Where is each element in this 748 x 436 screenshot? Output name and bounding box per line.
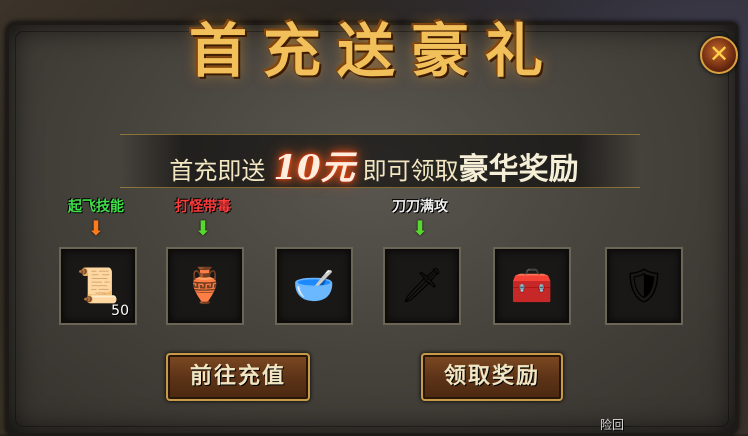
promo-emphasis: 豪华奖励 [458, 152, 579, 187]
background-partial-text: 险回 [600, 418, 625, 432]
arrow-down-icon: ⬇ [411, 216, 429, 240]
reward-label-4: 刀刀满攻 [392, 199, 448, 215]
arrow-down-icon: ⬇ [87, 216, 105, 240]
potion-vase-icon: 🏺 [183, 266, 227, 306]
claim-reward-button[interactable]: 领取奖励 [421, 353, 563, 401]
promo-middle: 即可领取 [362, 157, 459, 185]
promo-prefix: 首充即送 [169, 157, 266, 185]
item-count: 50 [111, 303, 129, 319]
arrow-down-icon: ⬇ [194, 216, 212, 240]
reward-slot-1[interactable]: 📜 50 [59, 247, 137, 325]
promo-text: 首充即送 10元 即可领取豪华奖励 [0, 140, 748, 189]
reward-label-2: 打怪带毒 [175, 199, 231, 215]
armor-icon: 🛡 [622, 266, 666, 306]
reward-label-1: 起飞技能 [68, 199, 124, 215]
reward-slot-6[interactable]: 🛡 [605, 247, 683, 325]
sword-icon: 🗡 [400, 266, 444, 306]
promo-amount: 10元 [273, 148, 355, 188]
close-button[interactable]: ✕ [700, 36, 738, 74]
reward-slot-4[interactable]: 🗡 [383, 247, 461, 325]
go-recharge-button[interactable]: 前往充值 [166, 353, 310, 401]
reward-slot-2[interactable]: 🏺 [166, 247, 244, 325]
reward-slot-5[interactable]: 🧰 [493, 247, 571, 325]
close-icon: ✕ [708, 40, 730, 68]
reward-slot-3[interactable]: 🥣 [275, 247, 353, 325]
dialog-title: 首充送豪礼 [188, 17, 559, 85]
bowl-icon: 🥣 [292, 266, 336, 306]
treasure-chest-icon: 🧰 [510, 266, 554, 306]
